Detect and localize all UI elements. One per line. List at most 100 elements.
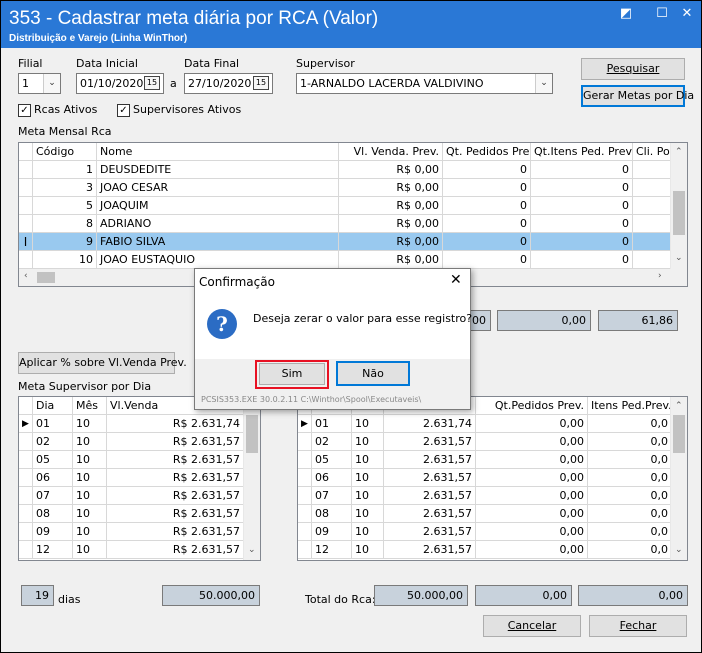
column-header[interactable]: Itens Ped.Prev. (588, 397, 672, 415)
table-row[interactable]: I 9 FABIO SILVA R$ 0,00 0 0 (19, 233, 687, 251)
dia-cell: 09 (312, 523, 352, 541)
vertical-scrollbar[interactable]: ⌄ (243, 397, 260, 560)
qt-itens-cell: 0 (531, 161, 633, 179)
qt-itens-cell: 0 (531, 197, 633, 215)
column-header[interactable]: Mês (73, 397, 107, 415)
meta-supervisor-grid[interactable]: Dia Mês Vl.Venda ▶ 01 10 R$ 2.631,74 02 10 R$ … (18, 396, 261, 561)
supervisores-ativos-checkbox[interactable]: ✓ (117, 104, 130, 117)
pesquisar-button[interactable]: Pesquisar (581, 58, 685, 80)
data-inicial-value: 01/10/2020 (80, 77, 144, 90)
chevron-down-icon[interactable]: ⌄ (675, 253, 683, 263)
table-row[interactable]: 08 10 2.631,57 0,00 0,0 (298, 505, 687, 523)
close-icon[interactable]: ✕ (674, 5, 700, 23)
column-header[interactable]: Dia (33, 397, 73, 415)
close-icon[interactable]: ✕ (450, 272, 462, 288)
qt-pedidos-cell: 0,00 (476, 487, 588, 505)
data-final-input[interactable]: 27/10/2020 15 (184, 73, 273, 94)
codigo-cell: 10 (33, 251, 97, 269)
qt-itens-cell: 0,0 (588, 433, 672, 451)
cli-pos-cell (633, 233, 673, 251)
rca-total: 50.000,00 (374, 585, 468, 606)
qt-pedidos-cell: 0,00 (476, 415, 588, 433)
fechar-button[interactable]: Fechar (589, 615, 687, 637)
scroll-thumb[interactable] (246, 415, 258, 453)
vertical-scrollbar[interactable]: ⌃ ⌄ (670, 397, 687, 560)
column-header[interactable]: Vl. Venda. Prev. (339, 143, 443, 161)
mes-cell: 10 (73, 469, 107, 487)
table-row[interactable]: 5 JOAQUIM R$ 0,00 0 0 (19, 197, 687, 215)
chevron-down-icon[interactable]: ⌄ (248, 545, 256, 555)
data-final-value: 27/10/2020 (188, 77, 252, 90)
filial-select[interactable]: 1 ⌄ (18, 73, 61, 94)
chevron-down-icon[interactable]: ⌄ (43, 74, 60, 93)
table-row[interactable]: 1 DEUSDEDITE R$ 0,00 0 0 (19, 161, 687, 179)
table-row[interactable]: 10 JOAO EUSTAQUIO R$ 0,00 0 0 (19, 251, 687, 269)
aplicar-percentual-button[interactable]: Aplicar % sobre Vl.Venda Prev. (18, 352, 187, 374)
table-row[interactable]: ▶ 01 10 R$ 2.631,74 (19, 415, 260, 433)
column-header[interactable]: Qt.Pedidos Prev. (476, 397, 588, 415)
column-header[interactable]: Cli. Pos (633, 143, 673, 161)
row-indicator (298, 523, 312, 541)
calendar-icon[interactable]: 15 (253, 76, 269, 90)
table-row[interactable]: 09 10 2.631,57 0,00 0,0 (298, 523, 687, 541)
vl-venda-cell: R$ 2.631,57 (107, 523, 244, 541)
table-row[interactable]: 06 10 R$ 2.631,57 (19, 469, 260, 487)
calendar-icon[interactable]: 15 (144, 76, 160, 90)
vl-venda-cell: R$ 2.631,57 (107, 487, 244, 505)
nao-button[interactable]: Não (336, 361, 410, 386)
restore-icon[interactable]: ◩ (613, 5, 639, 23)
table-row[interactable]: 09 10 R$ 2.631,57 (19, 523, 260, 541)
gerar-metas-button[interactable]: Gerar Metas por Dia (581, 85, 694, 107)
row-cursor-icon: I (19, 233, 33, 251)
vertical-scrollbar[interactable]: ⌃ ⌄ (670, 143, 687, 270)
row-pointer-icon: ▶ (19, 415, 33, 433)
supervisor-select[interactable]: 1-ARNALDO LACERDA VALDIVINO ⌄ (296, 73, 553, 94)
chevron-up-icon[interactable]: ⌃ (675, 147, 683, 157)
dia-cell: 06 (312, 469, 352, 487)
table-row[interactable]: 3 JOAO CESAR R$ 0,00 0 0 (19, 179, 687, 197)
qt-itens-cell: 0,0 (588, 469, 672, 487)
table-row[interactable]: 02 10 2.631,57 0,00 0,0 (298, 433, 687, 451)
chevron-up-icon[interactable]: ⌃ (675, 401, 683, 411)
scroll-thumb[interactable] (673, 191, 685, 235)
codigo-cell: 9 (33, 233, 97, 251)
table-row[interactable]: 8 ADRIANO R$ 0,00 0 0 (19, 215, 687, 233)
qt-itens-cell: 0 (531, 251, 633, 269)
cancelar-button[interactable]: Cancelar (483, 615, 581, 637)
scroll-thumb[interactable] (37, 272, 55, 283)
mes-cell: 10 (73, 505, 107, 523)
maximize-icon[interactable]: ☐ (649, 5, 675, 23)
chevron-right-icon[interactable]: › (658, 271, 662, 281)
rcas-ativos-checkbox[interactable]: ✓ (18, 104, 31, 117)
table-row[interactable]: 12 10 R$ 2.631,57 (19, 541, 260, 559)
table-row[interactable]: 02 10 R$ 2.631,57 (19, 433, 260, 451)
dia-cell: 07 (312, 487, 352, 505)
mes-cell: 10 (73, 487, 107, 505)
scroll-thumb[interactable] (673, 415, 685, 453)
table-row[interactable]: 08 10 R$ 2.631,57 (19, 505, 260, 523)
column-header[interactable]: Qt.Itens Ped. Prev. (531, 143, 633, 161)
table-row[interactable]: 07 10 2.631,57 0,00 0,0 (298, 487, 687, 505)
meta-mensal-grid[interactable]: Código Nome Vl. Venda. Prev. Qt. Pedidos… (18, 142, 688, 287)
table-row[interactable]: 12 10 2.631,57 0,00 0,0 (298, 541, 687, 559)
data-inicial-input[interactable]: 01/10/2020 15 (76, 73, 164, 94)
table-row[interactable]: 07 10 R$ 2.631,57 (19, 487, 260, 505)
table-row[interactable]: 06 10 2.631,57 0,00 0,0 (298, 469, 687, 487)
dialog-status: PCSIS353.EXE 30.0.2.11 C:\Winthor\Spool\… (201, 395, 422, 404)
row-indicator (19, 487, 33, 505)
column-header[interactable]: Nome (97, 143, 339, 161)
codigo-cell: 1 (33, 161, 97, 179)
sim-button[interactable]: Sim (259, 363, 325, 385)
row-indicator (19, 433, 33, 451)
mes-cell: 10 (352, 415, 384, 433)
chevron-down-icon[interactable]: ⌄ (535, 74, 552, 93)
table-row[interactable]: 05 10 2.631,57 0,00 0,0 (298, 451, 687, 469)
table-row[interactable]: ▶ 01 10 2.631,74 0,00 0,0 (298, 415, 687, 433)
confirmation-dialog: Confirmação ✕ ? Deseja zerar o valor par… (194, 268, 472, 410)
table-row[interactable]: 05 10 R$ 2.631,57 (19, 451, 260, 469)
column-header[interactable]: Qt. Pedidos Prev. (443, 143, 531, 161)
column-header[interactable]: Código (33, 143, 97, 161)
chevron-left-icon[interactable]: ‹ (24, 271, 28, 281)
meta-rca-dia-grid[interactable]: Qt.Pedidos Prev. Itens Ped.Prev. ▶ 01 10 2.… (297, 396, 688, 561)
chevron-down-icon[interactable]: ⌄ (675, 545, 683, 555)
